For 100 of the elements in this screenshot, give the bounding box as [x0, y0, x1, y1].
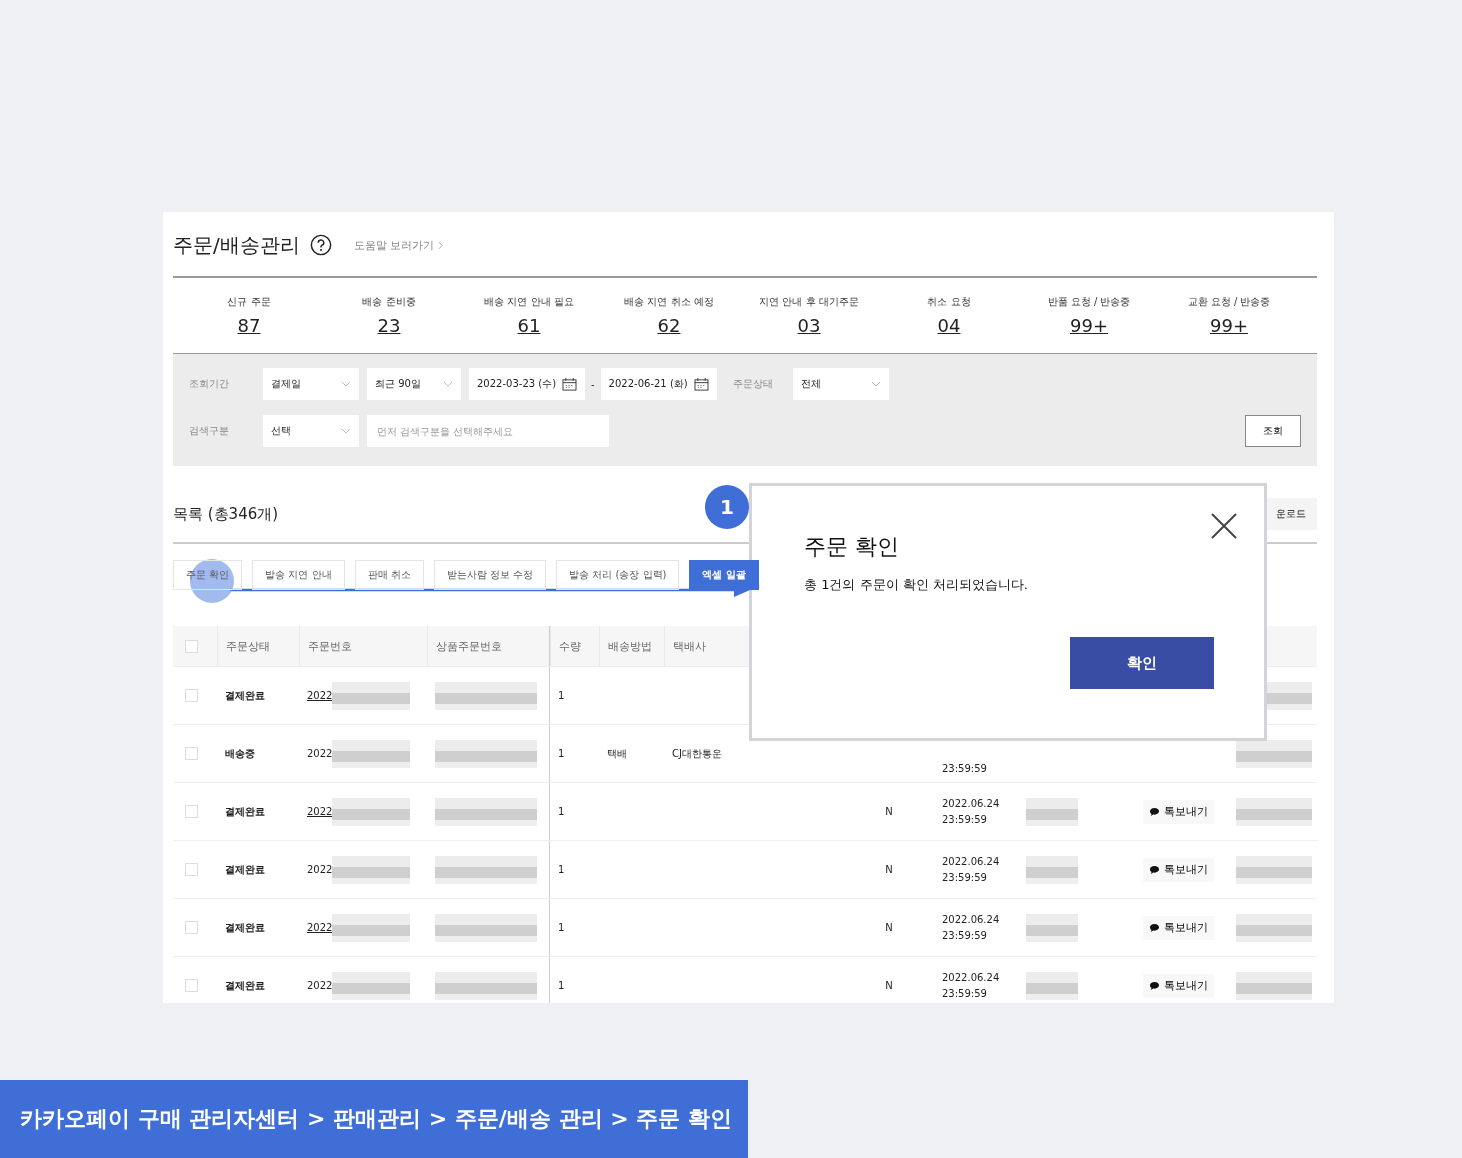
- list-title: 목록 (총346개): [173, 504, 279, 524]
- table-cell-text: 2022.06.24 23:59:59: [942, 912, 1000, 943]
- chevron-down-icon: [341, 381, 351, 387]
- chevron-down-icon: [341, 428, 351, 434]
- table-cell: 결제완료: [225, 804, 265, 819]
- stat-count-link[interactable]: 62: [657, 315, 681, 336]
- calendar-icon[interactable]: [693, 377, 709, 391]
- checkbox[interactable]: [185, 921, 198, 934]
- table-cell: 결제완료: [225, 978, 265, 993]
- table-cell: 결제완료: [225, 920, 265, 935]
- table-cell-text: 2022.06.24 23:59:59: [942, 970, 1000, 1001]
- start-date-field[interactable]: 2022-03-23 (수): [469, 368, 585, 400]
- speech-bubble-icon: [1148, 980, 1160, 991]
- page-title: 주문/배송관리: [173, 231, 300, 259]
- table-cell: 1: [558, 864, 565, 875]
- help-icon[interactable]: [309, 234, 332, 256]
- status-select[interactable]: 전체: [792, 368, 889, 400]
- filter-label: 검색구분: [189, 424, 230, 438]
- download-button[interactable]: 운로드: [1265, 498, 1317, 530]
- column-header: 주문번호: [308, 638, 352, 654]
- talk-button[interactable]: 톡보내기: [1142, 915, 1214, 940]
- table-cell: 1: [558, 980, 565, 991]
- action-button[interactable]: 판매 취소: [354, 560, 424, 590]
- chevron-down-icon: [870, 381, 881, 387]
- table-cell: N: [885, 980, 893, 991]
- filter-label: 주문상태: [732, 377, 773, 391]
- action-button[interactable]: 발송 지연 안내: [252, 560, 345, 590]
- date-type-select[interactable]: 결제일: [263, 368, 359, 400]
- action-button[interactable]: 발송 처리 (송장 입력): [556, 560, 680, 590]
- speech-bubble-icon: [1148, 922, 1160, 933]
- table-cell: 결제완료: [225, 862, 265, 877]
- table-cell-text: 2022.06.24 23:59:59: [942, 854, 1000, 885]
- stat-count-link[interactable]: 99+: [1210, 315, 1248, 336]
- search-field[interactable]: 먼저 검색구분을 선택해주세요: [367, 415, 609, 447]
- talk-button[interactable]: 톡보내기: [1142, 973, 1214, 998]
- filter-label: 조회기간: [189, 377, 230, 391]
- table-cell: N: [885, 864, 893, 875]
- stat-label: 반품 요청 / 반송중: [1047, 295, 1131, 309]
- redacted-block: [1026, 855, 1078, 884]
- table-cell: 1: [558, 806, 565, 817]
- table-cell: 결제완료: [225, 688, 265, 703]
- stat-label: 교환 요청 / 반송중: [1187, 295, 1271, 309]
- table-cell: N: [885, 922, 893, 933]
- range-select[interactable]: 최근 90일: [367, 368, 461, 400]
- table-cell: N: [885, 806, 893, 817]
- stat-count-link[interactable]: 03: [797, 315, 821, 336]
- checkbox[interactable]: [185, 979, 198, 992]
- column-header: 택배사: [673, 638, 706, 654]
- table-cell: 1: [558, 922, 565, 933]
- table-cell: 1: [558, 690, 565, 701]
- talk-button[interactable]: 톡보내기: [1142, 799, 1214, 824]
- column-header: 상품주문번호: [436, 638, 502, 654]
- chevron-right-icon: [438, 240, 444, 250]
- table-cell-text: 23:59:59: [942, 761, 987, 776]
- table-cell: 1: [558, 748, 565, 759]
- table-cell: 배송중: [225, 746, 255, 761]
- stat-label: 배송 지연 취소 예정: [624, 295, 714, 309]
- dialog-title: 주문 확인: [804, 533, 900, 561]
- column-header: 배송방법: [608, 638, 652, 654]
- order-number: 2022: [307, 864, 333, 875]
- calendar-icon[interactable]: [562, 377, 577, 391]
- redacted-block: [1026, 797, 1078, 826]
- talk-button[interactable]: 톡보내기: [1142, 857, 1214, 882]
- stat-count-link[interactable]: 87: [237, 315, 261, 336]
- checkbox[interactable]: [185, 805, 198, 818]
- help-link[interactable]: 도움말 보러가기: [353, 237, 435, 253]
- column-header: 주문상태: [226, 638, 270, 654]
- order-number[interactable]: 2022: [307, 806, 333, 817]
- checkbox[interactable]: [185, 863, 198, 876]
- table-cell-text: 2022.06.24 23:59:59: [942, 796, 1000, 827]
- speech-bubble-icon: [1148, 864, 1160, 875]
- redacted-block: [1026, 913, 1078, 942]
- table-cell: CJ대한통운: [672, 746, 722, 761]
- checkbox[interactable]: [185, 639, 198, 653]
- order-number[interactable]: 2022: [307, 690, 333, 701]
- order-number[interactable]: 2022: [307, 922, 333, 933]
- stat-count-link[interactable]: 99+: [1070, 315, 1108, 336]
- stat-label: 배송 지연 안내 필요: [484, 295, 574, 309]
- redacted-block: [1026, 971, 1078, 1000]
- close-icon[interactable]: [1210, 512, 1238, 540]
- checkbox[interactable]: [185, 747, 198, 760]
- stat-count-link[interactable]: 61: [517, 315, 541, 336]
- confirm-button[interactable]: 확인: [1070, 637, 1214, 689]
- order-number: 2022: [307, 748, 333, 759]
- search-type-select[interactable]: 선택: [263, 415, 359, 447]
- order-number: 2022: [307, 980, 333, 991]
- stat-label: 지연 안내 후 대기주문: [759, 295, 859, 309]
- search-button[interactable]: 조회: [1245, 415, 1301, 447]
- range-separator: -: [591, 378, 595, 390]
- chevron-down-icon: [443, 381, 453, 387]
- checkbox[interactable]: [185, 689, 198, 702]
- step-badge: 1: [705, 485, 749, 529]
- stat-count-link[interactable]: 04: [937, 315, 961, 336]
- table-cell: 택배: [607, 746, 627, 761]
- speech-bubble-icon: [1148, 806, 1160, 817]
- stat-label: 취소 요청: [927, 295, 971, 309]
- end-date-field[interactable]: 2022-06-21 (화): [600, 368, 717, 400]
- action-button[interactable]: 받는사람 정보 수정: [433, 560, 547, 590]
- column-header: 수량: [559, 638, 581, 654]
- stat-count-link[interactable]: 23: [377, 315, 401, 336]
